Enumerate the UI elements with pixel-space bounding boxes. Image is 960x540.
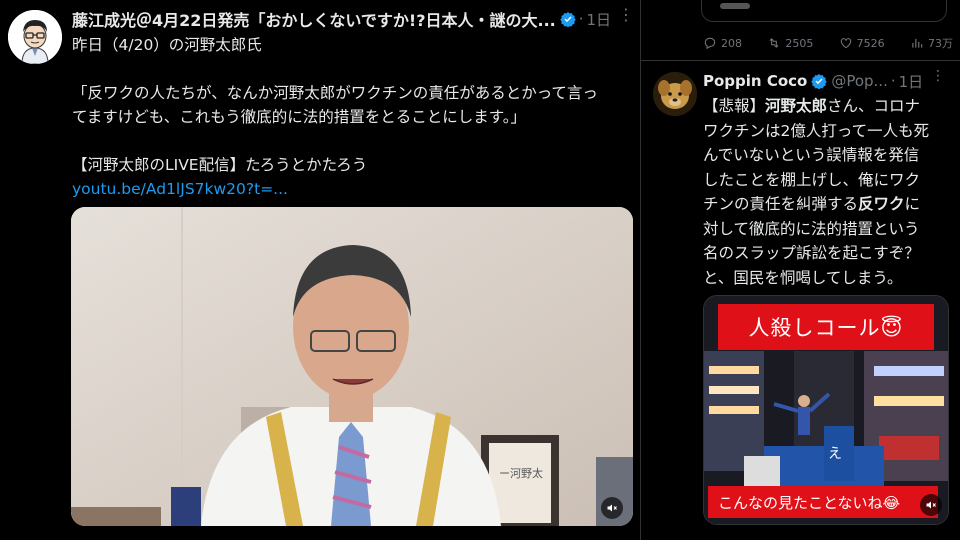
tweet-video[interactable]: え 人殺しコール😇 こんなの見たことないね😂 (703, 295, 949, 525)
author-avatar[interactable] (653, 72, 697, 116)
verified-badge-icon (560, 12, 576, 27)
tweet-line: チンの責任を糾弾する反ワクに (703, 195, 921, 213)
youtube-link[interactable]: youtu.be/Ad1lJS7kw20?t=... (72, 177, 632, 201)
author-handle[interactable]: @Pop... (831, 72, 888, 90)
video-frame: ー河野太 (71, 207, 633, 526)
bold-text: 反ワク (858, 195, 905, 213)
tweet-line: 【河野太郎のLIVE配信】たろうとかたろう (72, 156, 368, 174)
avatar-illustration (8, 10, 62, 64)
heart-icon (840, 38, 851, 49)
like-count: 7526 (856, 36, 885, 50)
tweet-separator (641, 60, 960, 61)
video-caption-bottom: こんなの見たことないね😂 (708, 486, 938, 518)
tweet-line: 昨日（4/20）の河野太郎氏 (72, 36, 262, 54)
bold-text: 河野太郎 (765, 97, 828, 115)
mute-icon[interactable] (601, 497, 623, 519)
retweet-button[interactable]: 2505 (767, 36, 813, 50)
svg-text:ー河野太: ー河野太 (499, 467, 543, 480)
right-column: 208 2505 7526 73万 Poppin Coco @Pop... · … (641, 0, 960, 540)
mute-icon[interactable] (920, 494, 942, 516)
tweet-text: 昨日（4/20）の河野太郎氏 「反ワクの人たちが、なんか河野太郎がワクチンの責任… (72, 33, 632, 201)
tweet-line: したことを棚上げし、俺にワク (703, 170, 921, 189)
tweet-line: 【悲報】河野太郎さん、コロナ (703, 97, 921, 115)
author-name[interactable]: 藤江成光＠4月22日発売「おかしくないですか!?日本人・謎の大... (72, 7, 556, 31)
tweet-line: 名のスラップ訴訟を起こすぞ？ (703, 244, 920, 262)
tweet-line: んでいないという誤情報を発信 (703, 146, 920, 164)
dog-avatar-image (653, 72, 697, 116)
tweet-line: ワクチンは2億人打って一人も死 (703, 121, 930, 140)
author-avatar[interactable] (8, 10, 62, 64)
tweet-video[interactable]: ー河野太 (71, 207, 633, 526)
reply-button[interactable]: 208 (703, 36, 742, 50)
author-row: 藤江成光＠4月22日発売「おかしくないですか!?日本人・謎の大... · 1日 (72, 8, 632, 30)
separator-dot: · (890, 72, 896, 90)
previous-tweet-actions: 208 2505 7526 73万 (703, 35, 953, 51)
author-row: Poppin Coco @Pop... · 1日 (703, 70, 955, 92)
verified-badge-icon (811, 74, 828, 89)
media-scrollbar (720, 3, 750, 9)
view-count: 73万 (927, 37, 953, 50)
tweet-line: てますけども、これもう徹底的に法的措置をとることにします。」 (72, 108, 526, 126)
tweet-line: 対して徹底的に法的措置という (703, 219, 920, 238)
more-options-icon[interactable]: ⋮ (618, 5, 635, 24)
previous-tweet-media[interactable] (701, 0, 947, 22)
video-caption-top: 人殺しコール😇 (718, 304, 934, 350)
views-icon (912, 38, 923, 48)
retweet-icon (769, 38, 779, 48)
left-tweet: 藤江成光＠4月22日発売「おかしくないですか!?日本人・謎の大... · 1日 … (0, 0, 640, 540)
author-name[interactable]: Poppin Coco (703, 72, 807, 90)
like-button[interactable]: 7526 (839, 36, 885, 50)
tweet-line: 「反ワクの人たちが、なんか河野太郎がワクチンの責任があるとかって言っ (72, 84, 598, 102)
views-button[interactable]: 73万 (910, 35, 953, 51)
more-options-icon[interactable]: ⋮ (931, 68, 945, 84)
reply-icon (704, 37, 716, 50)
separator-dot: · (578, 10, 584, 28)
tweet-text: 【悲報】河野太郎さん、コロナ ワクチンは2億人打って一人も死 んでいないという誤… (703, 94, 955, 290)
tweet-time[interactable]: 1日 (587, 9, 612, 30)
tweet-time[interactable]: 1日 (899, 71, 924, 92)
retweet-count: 2505 (785, 36, 814, 50)
svg-text:え: え (828, 446, 842, 462)
tweet-line: と、国民を恫喝してしまう。 (703, 268, 903, 287)
reply-count: 208 (721, 36, 742, 50)
